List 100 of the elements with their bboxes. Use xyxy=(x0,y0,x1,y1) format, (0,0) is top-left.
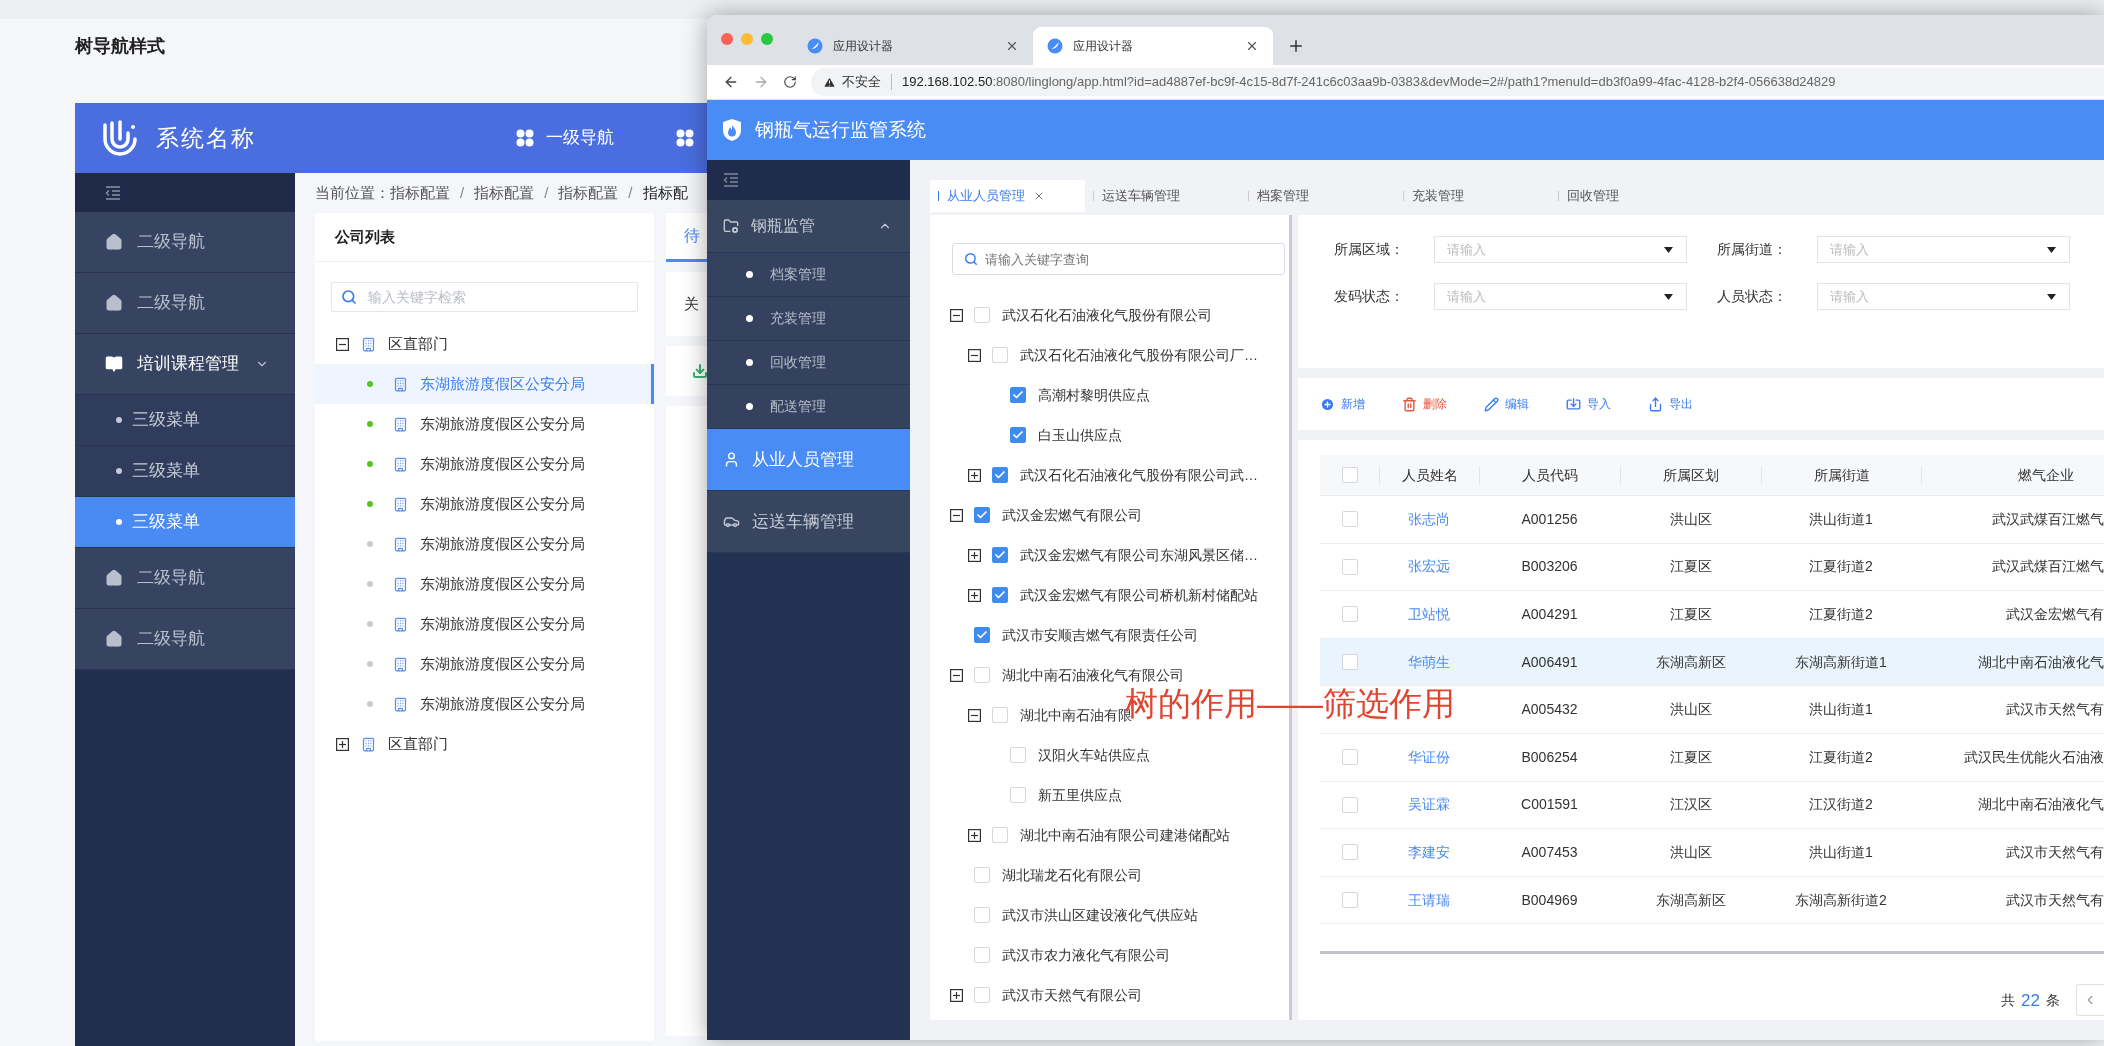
page-tab[interactable]: 回收管理 xyxy=(1550,180,1705,212)
checkbox[interactable] xyxy=(974,627,990,643)
page-tab[interactable]: 档案管理 xyxy=(1240,180,1395,212)
tree-node[interactable]: 武汉金宏燃气有限公司 xyxy=(1002,504,1142,526)
zoom-window-icon[interactable] xyxy=(761,33,773,45)
row-checkbox[interactable] xyxy=(1341,558,1358,575)
tree-node[interactable]: 东湖旅游度假区公安分局 xyxy=(315,524,654,564)
tree-node[interactable]: 东湖旅游度假区公安分局 xyxy=(315,404,654,444)
breadcrumb-item[interactable]: 指标配置 xyxy=(390,181,450,205)
sidebar-item[interactable]: 充装管理 xyxy=(707,297,910,341)
checkbox[interactable] xyxy=(1010,427,1026,443)
download-icon[interactable] xyxy=(692,363,707,379)
tree-node[interactable]: 东湖旅游度假区公安分局 xyxy=(315,364,654,404)
toolbar-button[interactable]: 新增 xyxy=(1320,395,1365,413)
tree-node[interactable]: 武汉市安顺吉燃气有限责任公司 xyxy=(1002,624,1198,646)
expand-toggle-icon[interactable] xyxy=(968,588,981,602)
tree-node[interactable]: 武汉石化石油液化气股份有限公司 xyxy=(1002,304,1212,326)
sidebar-item[interactable]: 回收管理 xyxy=(707,341,910,385)
sidebar-item[interactable]: 档案管理 xyxy=(707,253,910,297)
select-field[interactable]: 请输入 xyxy=(1434,283,1687,310)
tree-node[interactable]: 武汉石化石油液化气股份有限公司武… xyxy=(1020,464,1258,486)
collapse-toggle-icon[interactable] xyxy=(950,508,963,522)
collapse-toggle-icon[interactable] xyxy=(968,348,981,362)
row-checkbox[interactable] xyxy=(1341,892,1358,909)
collapse-icon[interactable] xyxy=(723,173,739,187)
tree-node[interactable]: 东湖旅游度假区公安分局 xyxy=(315,444,654,484)
close-tab-icon[interactable] xyxy=(1033,190,1045,202)
name-link[interactable]: 张宏远 xyxy=(1408,556,1450,578)
tree-node[interactable]: 武汉市天然气有限公司 xyxy=(1002,984,1142,1006)
name-link[interactable]: 张志尚 xyxy=(1408,508,1450,530)
tab[interactable]: 待 xyxy=(684,224,700,248)
name-link[interactable]: 吴证霖 xyxy=(1408,794,1450,816)
name-link[interactable]: 华证份 xyxy=(1408,746,1450,768)
tree-node[interactable]: 东湖旅游度假区公安分局 xyxy=(315,604,654,644)
page-tab[interactable]: 充装管理 xyxy=(1395,180,1550,212)
collapse-toggle-icon[interactable] xyxy=(950,308,963,322)
breadcrumb-item[interactable]: 指标配置 xyxy=(558,181,619,205)
tree-node[interactable]: 武汉市农力液化气有限公司 xyxy=(1002,944,1170,966)
search-field[interactable]: 请输入关键字查询 xyxy=(952,243,1285,275)
checkbox[interactable] xyxy=(974,507,990,523)
collapse-toggle-icon[interactable] xyxy=(336,337,349,351)
tree-node[interactable]: 湖北中南石油有限公司建港储配站 xyxy=(1020,824,1230,846)
new-tab-icon[interactable] xyxy=(1287,37,1305,55)
top-nav-item[interactable]: 一级导航 xyxy=(546,125,614,151)
row-checkbox[interactable] xyxy=(1341,606,1358,623)
row-checkbox[interactable] xyxy=(1341,511,1358,528)
search-field[interactable]: 输入关键字检索 xyxy=(331,282,638,312)
page-tab[interactable]: 运送车辆管理 xyxy=(1085,180,1240,212)
tree-node[interactable]: 白玉山供应点 xyxy=(1038,424,1122,446)
sidebar-item[interactable]: 三级菜单 xyxy=(75,446,295,497)
select-field[interactable]: 请输入 xyxy=(1817,283,2070,310)
collapse-icon[interactable] xyxy=(105,185,121,200)
tree-node[interactable]: 东湖旅游度假区公安分局 xyxy=(315,564,654,604)
breadcrumb-item[interactable]: 指标配 xyxy=(642,181,688,205)
sidebar-item[interactable]: 二级导航 xyxy=(75,609,295,670)
tree-node[interactable]: 新五里供应点 xyxy=(1038,784,1122,806)
address-bar[interactable]: 不安全 192.168.102.50:8080/linglong/app.html?id=ad4887ef-bc9f-4c15-8d7f-241c6c03aa9b-0383&devMode=2#/path1?menuId=db3f0a99-4fac-4128-b2f4-056638d24829 xyxy=(811,68,2104,96)
select-field[interactable]: 请输入 xyxy=(1817,236,2070,263)
expand-toggle-icon[interactable] xyxy=(950,988,963,1002)
tree-node[interactable]: 区直部门 xyxy=(388,732,448,756)
breadcrumb-item[interactable]: 指标配置 xyxy=(474,181,535,205)
expand-toggle-icon[interactable] xyxy=(336,737,349,751)
close-window-icon[interactable] xyxy=(721,33,733,45)
tree-node[interactable]: 湖北中南石油液化气有限公司 xyxy=(1002,664,1184,686)
reload-icon[interactable] xyxy=(783,75,797,89)
toolbar-button[interactable]: 导入 xyxy=(1566,395,1611,413)
tree-node[interactable]: 湖北瑞龙石化有限公司 xyxy=(1002,864,1142,886)
name-link[interactable]: 卫站悦 xyxy=(1408,604,1450,625)
tree-node[interactable]: 区直部门 xyxy=(388,332,448,356)
toolbar-button[interactable]: 删除 xyxy=(1402,395,1447,413)
tree-node[interactable]: 武汉石化石油液化气股份有限公司厂… xyxy=(1020,344,1258,366)
close-tab-icon[interactable] xyxy=(1005,39,1019,53)
browser-tab[interactable]: 应用设计器 xyxy=(1033,27,1273,65)
sidebar-item[interactable]: 三级菜单 xyxy=(75,395,295,446)
name-link[interactable]: 李建安 xyxy=(1408,841,1450,863)
sidebar-item[interactable]: 二级导航 xyxy=(75,212,295,273)
sidebar-item[interactable]: 运送车辆管理 xyxy=(707,491,910,553)
row-checkbox[interactable] xyxy=(1341,654,1358,671)
row-checkbox[interactable] xyxy=(1341,749,1358,766)
browser-tab[interactable]: 应用设计器 xyxy=(793,27,1033,65)
tree-node[interactable]: 武汉金宏燃气有限公司东湖风景区储… xyxy=(1020,544,1258,566)
expand-toggle-icon[interactable] xyxy=(968,828,981,842)
toolbar-button[interactable]: 编辑 xyxy=(1484,395,1529,413)
tree-node[interactable]: 东湖旅游度假区公安分局 xyxy=(315,484,654,524)
sidebar-item[interactable]: 钢瓶监管 xyxy=(707,200,910,253)
checkbox[interactable] xyxy=(992,587,1008,603)
select-field[interactable]: 请输入 xyxy=(1434,236,1687,263)
checkbox[interactable] xyxy=(992,547,1008,563)
name-link[interactable]: 王请瑞 xyxy=(1408,889,1450,911)
tree-node[interactable]: 武汉金宏燃气有限公司桥机新村储配站 xyxy=(1020,584,1258,606)
row-checkbox[interactable] xyxy=(1341,796,1358,813)
checkbox[interactable] xyxy=(992,467,1008,483)
tree-node[interactable]: 东湖旅游度假区公安分局 xyxy=(315,644,654,684)
row-checkbox[interactable] xyxy=(1341,844,1358,861)
sidebar-item[interactable]: 二级导航 xyxy=(75,548,295,609)
tree-node[interactable]: 武汉市洪山区建设液化气供应站 xyxy=(1002,904,1198,926)
forward-icon[interactable] xyxy=(753,74,769,90)
close-tab-icon[interactable] xyxy=(1245,39,1259,53)
tree-node[interactable]: 高潮村黎明供应点 xyxy=(1038,384,1150,406)
collapse-toggle-icon[interactable] xyxy=(968,708,981,722)
